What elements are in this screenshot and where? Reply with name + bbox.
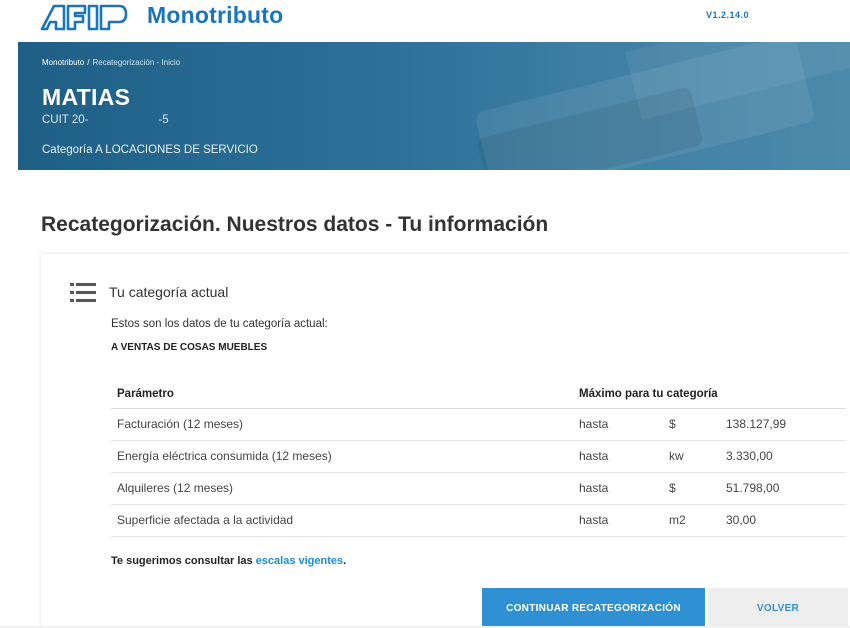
param-unit: kw	[669, 440, 726, 473]
cuit-prefix: CUIT 20-	[42, 114, 89, 126]
parameters-table: Parámetro Máximo para tu categoría Factu…	[111, 380, 846, 537]
note-prefix: Te sugerimos consultar las	[111, 555, 256, 567]
param-limit: hasta	[579, 472, 669, 505]
table-header-row: Parámetro Máximo para tu categoría	[111, 380, 846, 409]
back-button[interactable]: VOLVER	[708, 588, 848, 628]
param-value: 51.798,00	[726, 472, 846, 505]
param-value: 138.127,99	[726, 408, 846, 441]
table-row: Energía eléctrica consumida (12 meses) h…	[111, 440, 846, 473]
param-limit: hasta	[579, 504, 669, 537]
breadcrumb-home[interactable]: Monotributo	[42, 58, 84, 67]
cuit-suffix: -5	[158, 114, 169, 126]
table-row: Superficie afectada a la actividad hasta…	[111, 504, 846, 537]
breadcrumb-current: Recategorización - Inicio	[92, 58, 181, 67]
breadcrumb-separator: /	[87, 58, 90, 67]
param-name: Superficie afectada a la actividad	[111, 504, 579, 537]
category-card: Tu categoría actual Estos son los datos …	[41, 254, 850, 628]
param-unit: $	[669, 472, 726, 505]
column-header-parameter: Parámetro	[111, 380, 579, 409]
continue-recategorization-button[interactable]: CONTINUAR RECATEGORIZACIÓN	[482, 588, 705, 628]
table-row: Facturación (12 meses) hasta $ 138.127,9…	[111, 408, 846, 441]
version-label: V1.2.14.0	[706, 10, 750, 20]
category-name: A VENTAS DE COSAS MUEBLES	[111, 342, 268, 353]
param-unit: $	[669, 408, 726, 441]
afip-logo-icon[interactable]	[40, 2, 136, 32]
param-value: 30,00	[726, 504, 846, 537]
top-bar: Monotributo V1.2.14.0	[0, 0, 850, 42]
table-row: Alquileres (12 meses) hasta $ 51.798,00	[111, 472, 846, 505]
current-category: Categoría A LOCACIONES DE SERVICIO	[42, 144, 258, 156]
param-value: 3.330,00	[726, 440, 846, 473]
user-banner: Monotributo / Recategorización - Inicio MA…	[18, 42, 850, 170]
param-unit: m2	[669, 504, 726, 537]
param-limit: hasta	[579, 440, 669, 473]
cuit-number: CUIT 20- -5	[42, 114, 169, 126]
escalas-vigentes-link[interactable]: escalas vigentes	[256, 555, 343, 567]
card-description: Estos son los datos de tu categoría actu…	[111, 318, 328, 330]
page-title: Recategorización. Nuestros datos - Tu in…	[41, 213, 549, 236]
note-suffix: .	[343, 555, 347, 567]
param-limit: hasta	[579, 408, 669, 441]
list-icon	[70, 282, 96, 309]
card-title: Tu categoría actual	[109, 284, 229, 300]
param-name: Alquileres (12 meses)	[111, 472, 579, 505]
taxpayer-name: MATIAS	[42, 84, 131, 110]
param-name: Energía eléctrica consumida (12 meses)	[111, 440, 579, 473]
brand-title: Monotributo	[147, 2, 284, 28]
column-header-maximum: Máximo para tu categoría	[579, 380, 846, 409]
breadcrumb: Monotributo / Recategorización - Inicio	[42, 58, 180, 67]
suggestion-note: Te sugerimos consultar las escalas vigen…	[111, 555, 346, 567]
param-name: Facturación (12 meses)	[111, 408, 579, 441]
